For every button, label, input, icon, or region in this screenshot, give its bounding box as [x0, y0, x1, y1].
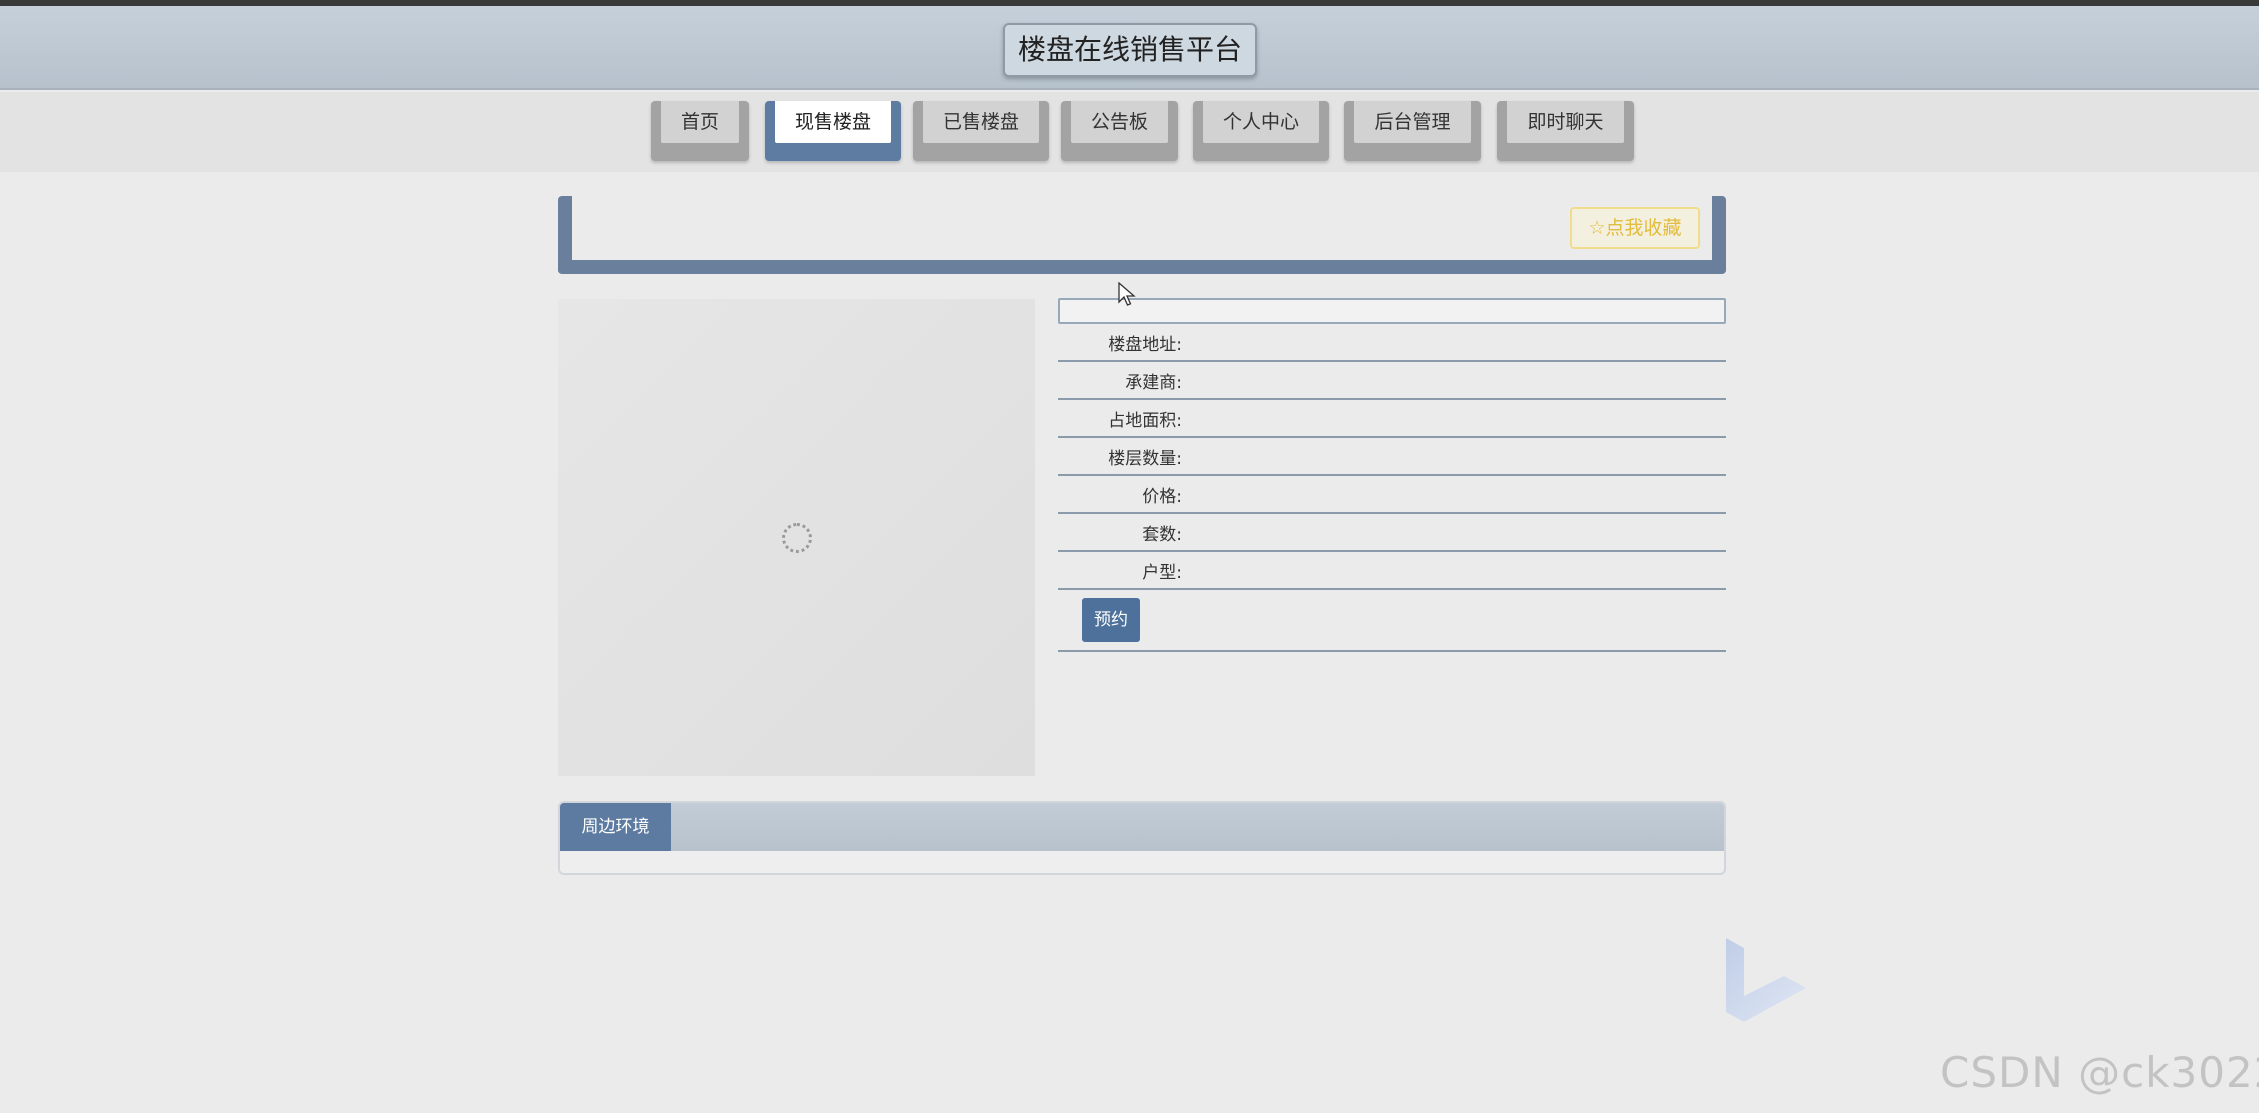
detail-label: 楼层数量:: [1108, 448, 1182, 469]
nav-item-label: 已售楼盘: [923, 101, 1039, 143]
brand-logo-icon: [1726, 938, 1806, 1022]
nav-item-label: 后台管理: [1354, 101, 1471, 143]
detail-label: 套数:: [1142, 524, 1182, 545]
detail-label: 楼盘地址:: [1108, 334, 1182, 355]
property-image: [558, 299, 1035, 776]
nav-item-personal-center[interactable]: 个人中心: [1193, 101, 1329, 161]
nav-item-notice-board[interactable]: 公告板: [1061, 101, 1178, 161]
favorite-panel: ☆点我收藏: [558, 196, 1726, 274]
csdn-watermark: CSDN @ck3022: [1940, 1048, 2259, 1097]
detail-label: 承建商:: [1125, 372, 1182, 393]
nav-item-label: 公告板: [1071, 101, 1168, 143]
detail-row-price: 价格:: [1058, 476, 1726, 514]
detail-actions: 预约: [1058, 590, 1726, 652]
detail-row-layout: 户型:: [1058, 552, 1726, 590]
tab-surroundings[interactable]: 周边环境: [560, 803, 671, 851]
property-name: [1058, 298, 1726, 324]
nav-item-on-sale[interactable]: 现售楼盘: [765, 101, 901, 161]
nav-item-chat[interactable]: 即时聊天: [1497, 101, 1634, 161]
detail-row-address: 楼盘地址:: [1058, 324, 1726, 362]
detail-label: 户型:: [1142, 562, 1182, 583]
detail-row-builder: 承建商:: [1058, 362, 1726, 400]
site-header: 楼盘在线销售平台: [0, 6, 2259, 90]
reserve-button[interactable]: 预约: [1082, 598, 1140, 642]
nav-item-sold[interactable]: 已售楼盘: [913, 101, 1049, 161]
site-title: 楼盘在线销售平台: [1003, 23, 1257, 77]
favorite-label: 点我收藏: [1605, 217, 1682, 239]
nav-item-label: 首页: [661, 101, 739, 143]
property-details: 楼盘地址: 承建商: 占地面积: 楼层数量: 价格: 套数: 户型: 预约: [1058, 298, 1726, 652]
detail-label: 价格:: [1142, 486, 1182, 507]
nav-item-admin[interactable]: 后台管理: [1344, 101, 1481, 161]
star-outline-icon: ☆: [1588, 217, 1606, 239]
nav-item-home[interactable]: 首页: [651, 101, 749, 161]
detail-row-land-area: 占地面积:: [1058, 400, 1726, 438]
surroundings-panel: 周边环境: [558, 801, 1726, 875]
favorite-button[interactable]: ☆点我收藏: [1570, 207, 1700, 249]
detail-row-floors: 楼层数量:: [1058, 438, 1726, 476]
tab-bar: 周边环境: [560, 803, 1724, 851]
loading-spinner-icon: [782, 523, 812, 553]
nav-item-label: 个人中心: [1203, 101, 1319, 143]
mouse-cursor-icon: [1118, 282, 1136, 306]
main-nav: 首页 现售楼盘 已售楼盘 公告板 个人中心 后台管理 即时聊天: [0, 92, 2259, 172]
nav-item-label: 即时聊天: [1507, 101, 1624, 143]
detail-label: 占地面积:: [1108, 410, 1182, 431]
nav-item-label: 现售楼盘: [775, 101, 891, 143]
detail-row-units: 套数:: [1058, 514, 1726, 552]
